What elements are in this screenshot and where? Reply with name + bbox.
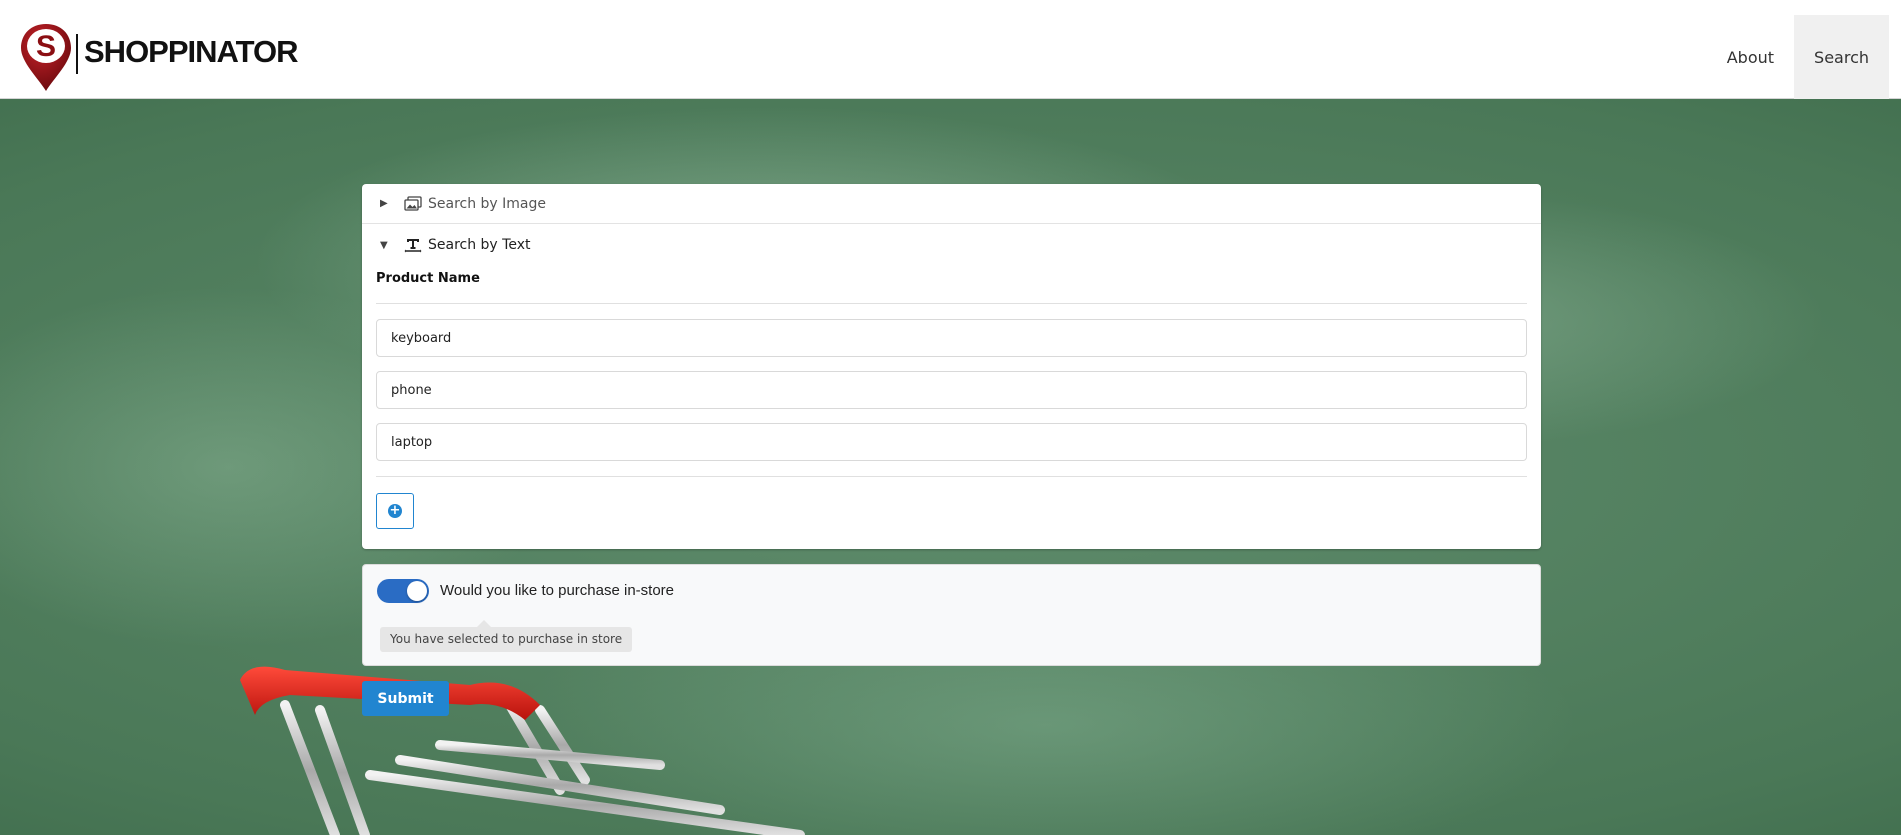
nav-about[interactable]: About — [1707, 15, 1794, 99]
plus-circle-icon: + — [388, 503, 402, 518]
search-by-text-title: Search by Text — [428, 237, 531, 253]
text-height-icon — [404, 239, 422, 253]
tooltip-pointer — [477, 620, 491, 627]
location-pin-logo-icon: S — [21, 24, 71, 91]
brand-name: SHOPPINATOR — [84, 34, 298, 69]
product-name-input-3[interactable] — [376, 423, 1527, 461]
in-store-question: Would you like to purchase in-store — [440, 582, 675, 599]
product-name-label: Product Name — [376, 271, 480, 286]
add-product-button[interactable]: + — [376, 493, 414, 529]
caret-down-icon: ▼ — [380, 239, 388, 251]
shopping-cart-illustration — [240, 666, 805, 835]
images-icon — [404, 195, 422, 211]
search-accordion: ▶ Search by Image ▼ Search by Text Produ… — [362, 184, 1541, 549]
inputs-divider — [376, 476, 1527, 477]
nav-search[interactable]: Search — [1794, 15, 1889, 99]
search-by-image-title: Search by Image — [428, 195, 547, 212]
main-nav: About Search — [1707, 15, 1889, 99]
label-divider — [376, 303, 1527, 304]
product-name-input-2[interactable] — [376, 371, 1527, 409]
submit-button[interactable]: Submit — [362, 681, 449, 716]
product-name-input-1[interactable] — [376, 319, 1527, 357]
caret-right-icon: ▶ — [380, 198, 388, 209]
logo-divider — [76, 34, 78, 74]
in-store-toggle[interactable] — [377, 579, 429, 603]
brand-logo[interactable]: S SHOPPINATOR — [18, 22, 298, 92]
search-by-text-header[interactable]: ▼ Search by Text — [362, 225, 1541, 265]
in-store-tooltip: You have selected to purchase in store — [380, 627, 633, 652]
search-by-image-header[interactable]: ▶ Search by Image — [362, 184, 1541, 224]
svg-text:S: S — [36, 30, 56, 63]
in-store-segment: Would you like to purchase in-store You … — [362, 564, 1541, 666]
top-header: S SHOPPINATOR About Search — [0, 0, 1901, 99]
toggle-knob — [407, 581, 427, 601]
